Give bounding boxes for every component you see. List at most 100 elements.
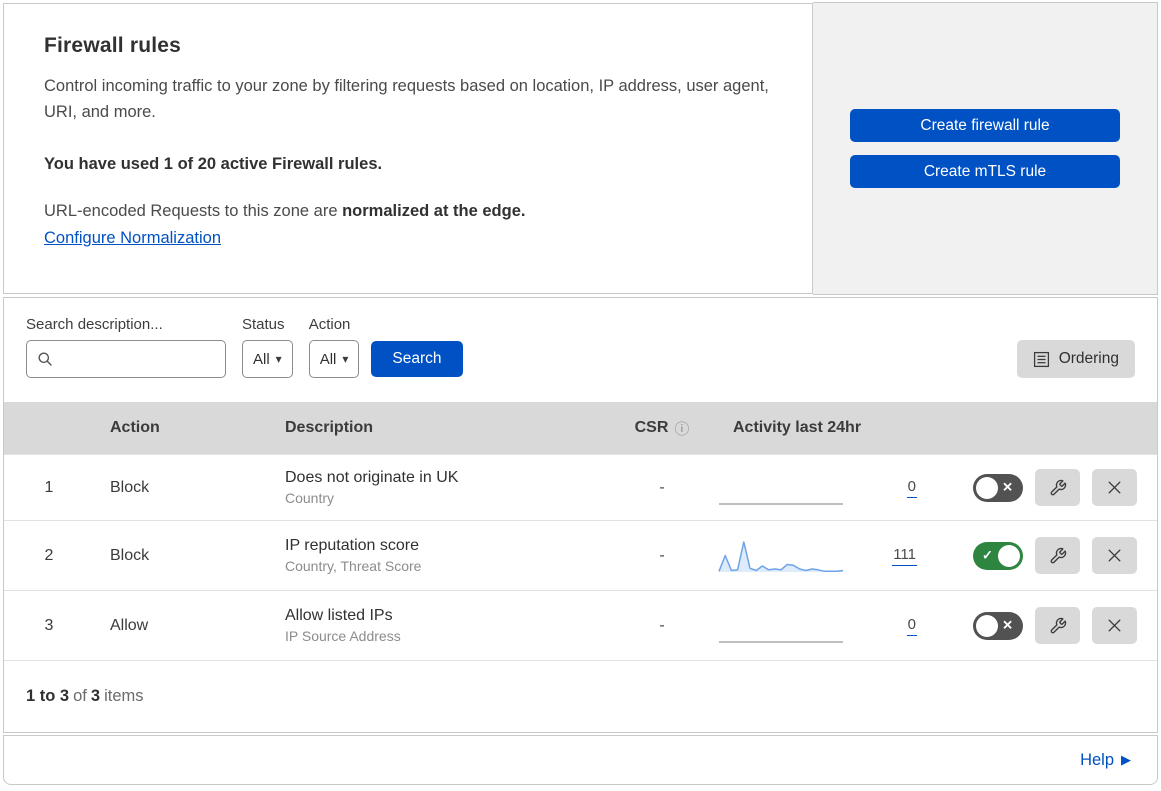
help-strip: Help ▶: [3, 735, 1158, 785]
arrow-right-icon: ▶: [1121, 752, 1131, 768]
actions-panel: Create firewall rule Create mTLS rule: [813, 2, 1158, 295]
action-filter-group: Action All▾: [309, 316, 360, 378]
rule-action: Allow: [94, 617, 269, 635]
rule-description: IP reputation score: [285, 537, 607, 555]
header-csr: CSR ⓘ: [607, 418, 717, 439]
edit-rule-button[interactable]: [1035, 469, 1080, 506]
toggle-knob: [976, 477, 998, 499]
delete-rule-button[interactable]: [1092, 537, 1137, 574]
of-text: of: [73, 687, 87, 706]
toggle-knob: [998, 545, 1020, 567]
header-action: Action: [94, 419, 269, 437]
action-dropdown[interactable]: All▾: [309, 340, 360, 378]
check-icon: ✓: [982, 547, 993, 563]
top-section: Firewall rules Control incoming traffic …: [3, 3, 1158, 294]
activity-count-link[interactable]: 0: [907, 616, 917, 636]
usage-note: You have used 1 of 20 active Firewall ru…: [44, 155, 772, 174]
rule-enabled-toggle[interactable]: ✓ ✕: [973, 612, 1023, 640]
table-header: Action Description CSR ⓘ Activity last 2…: [4, 402, 1157, 454]
firewall-rules-list-card: Search description... Status All ▾ Action…: [3, 297, 1158, 733]
search-input-box[interactable]: [26, 340, 226, 378]
rule-csr-value: -: [607, 547, 717, 565]
rule-description-cell: Allow listed IPs IP Source Address: [269, 607, 607, 644]
wrench-icon: [1049, 547, 1067, 565]
normalization-text: URL-encoded Requests to this zone are: [44, 202, 342, 220]
cross-icon: ✕: [1002, 617, 1013, 633]
header-activity: Activity last 24hr: [717, 419, 957, 437]
rule-match-fields: IP Source Address: [285, 628, 607, 644]
search-icon: [37, 351, 53, 367]
rule-priority: 2: [4, 547, 94, 565]
ordering-list-icon: [1033, 351, 1050, 368]
page-title: Firewall rules: [44, 34, 772, 58]
activity-sparkline: [717, 536, 845, 576]
status-filter-group: Status All ▾: [242, 316, 293, 378]
wrench-icon: [1049, 617, 1067, 635]
rule-controls-cell: ✓ ✕: [957, 607, 1157, 644]
rule-description: Does not originate in UK: [285, 469, 607, 487]
search-label: Search description...: [26, 316, 226, 333]
activity-count-link[interactable]: 0: [907, 478, 917, 498]
search-input[interactable]: [61, 351, 215, 368]
wrench-icon: [1049, 479, 1067, 497]
status-dropdown-value: All: [253, 351, 270, 368]
rule-csr-value: -: [607, 617, 717, 635]
ordering-button-label: Ordering: [1059, 350, 1119, 368]
rule-description-cell: IP reputation score Country, Threat Scor…: [269, 537, 607, 574]
create-firewall-rule-button[interactable]: Create firewall rule: [850, 109, 1120, 142]
close-icon: [1106, 547, 1123, 564]
toggle-knob: [976, 615, 998, 637]
cross-icon: ✕: [1002, 479, 1013, 495]
table-row: 1 Block Does not originate in UK Country…: [4, 454, 1157, 520]
rule-activity-cell: 0: [717, 606, 957, 646]
delete-rule-button[interactable]: [1092, 607, 1137, 644]
rule-action: Block: [94, 547, 269, 565]
info-icon[interactable]: ⓘ: [674, 418, 689, 439]
items-text: items: [104, 687, 143, 706]
action-label: Action: [309, 316, 360, 333]
close-icon: [1106, 479, 1123, 496]
status-dropdown[interactable]: All ▾: [242, 340, 293, 378]
rule-csr-value: -: [607, 479, 717, 497]
firewall-intro-card: Firewall rules Control incoming traffic …: [3, 3, 813, 294]
pagination-summary: 1 to 3 of 3 items: [4, 660, 1157, 732]
ordering-button[interactable]: Ordering: [1017, 340, 1135, 378]
rule-match-fields: Country, Threat Score: [285, 558, 607, 574]
items-range: 1 to 3: [26, 687, 69, 706]
create-mtls-rule-button[interactable]: Create mTLS rule: [850, 155, 1120, 188]
rule-action: Block: [94, 479, 269, 497]
header-description: Description: [269, 419, 607, 437]
rule-description: Allow listed IPs: [285, 607, 607, 625]
activity-sparkline: [717, 606, 845, 646]
help-link-label: Help: [1080, 751, 1114, 770]
normalization-bold: normalized at the edge.: [342, 202, 525, 220]
rule-controls-cell: ✓ ✕: [957, 537, 1157, 574]
search-button[interactable]: Search: [371, 341, 462, 377]
items-total: 3: [91, 687, 100, 706]
rule-enabled-toggle[interactable]: ✓ ✕: [973, 474, 1023, 502]
rule-match-fields: Country: [285, 490, 607, 506]
normalization-note: URL-encoded Requests to this zone are no…: [44, 202, 772, 221]
rule-activity-cell: 0: [717, 468, 957, 508]
filter-bar: Search description... Status All ▾ Action…: [4, 298, 1157, 402]
rule-description-cell: Does not originate in UK Country: [269, 469, 607, 506]
table-row: 3 Allow Allow listed IPs IP Source Addre…: [4, 590, 1157, 660]
rule-priority: 3: [4, 617, 94, 635]
header-csr-label: CSR: [635, 419, 669, 437]
help-link[interactable]: Help ▶: [1080, 751, 1131, 770]
edit-rule-button[interactable]: [1035, 537, 1080, 574]
search-filter-group: Search description...: [26, 316, 226, 378]
configure-normalization-link[interactable]: Configure Normalization: [44, 229, 221, 248]
chevron-down-icon: ▾: [276, 352, 282, 366]
page-description: Control incoming traffic to your zone by…: [44, 74, 772, 125]
rule-enabled-toggle[interactable]: ✓ ✕: [973, 542, 1023, 570]
close-icon: [1106, 617, 1123, 634]
action-dropdown-value: All: [320, 351, 337, 368]
table-row: 2 Block IP reputation score Country, Thr…: [4, 520, 1157, 590]
activity-sparkline: [717, 468, 845, 508]
edit-rule-button[interactable]: [1035, 607, 1080, 644]
rule-priority: 1: [4, 479, 94, 497]
delete-rule-button[interactable]: [1092, 469, 1137, 506]
activity-count-link[interactable]: 111: [892, 546, 917, 566]
status-label: Status: [242, 316, 293, 333]
